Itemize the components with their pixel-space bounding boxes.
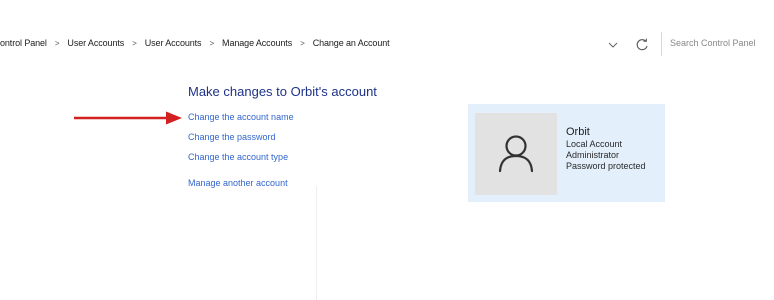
refresh-icon[interactable]: [634, 37, 650, 53]
account-info: Orbit Local Account Administrator Passwo…: [566, 126, 646, 172]
user-icon: [498, 135, 534, 173]
breadcrumb-user-accounts-2[interactable]: User Accounts: [145, 38, 202, 48]
chevron-down-icon[interactable]: [606, 38, 620, 52]
breadcrumb-control-panel[interactable]: ontrol Panel: [0, 38, 47, 48]
account-role: Administrator: [566, 150, 620, 160]
address-bar: ontrol Panel > User Accounts > User Acco…: [0, 30, 774, 60]
account-type: Local Account: [566, 139, 623, 149]
search-input[interactable]: [662, 32, 774, 48]
control-panel-window: ontrol Panel > User Accounts > User Acco…: [0, 0, 774, 300]
search-box[interactable]: [661, 32, 774, 56]
change-password-link[interactable]: Change the password: [188, 132, 276, 142]
breadcrumb-separator[interactable]: >: [132, 39, 137, 48]
page-title: Make changes to Orbit's account: [188, 84, 377, 99]
content-divider: [316, 186, 317, 300]
avatar: [475, 113, 557, 195]
account-status: Password protected: [566, 161, 646, 171]
breadcrumb-user-accounts[interactable]: User Accounts: [67, 38, 124, 48]
red-arrow-icon: [74, 111, 182, 125]
account-name: Orbit: [566, 126, 590, 138]
account-card: Orbit Local Account Administrator Passwo…: [468, 104, 665, 202]
breadcrumb-separator[interactable]: >: [300, 39, 305, 48]
breadcrumb-manage-accounts[interactable]: Manage Accounts: [222, 38, 292, 48]
change-account-name-link[interactable]: Change the account name: [188, 112, 294, 122]
breadcrumb-change-an-account[interactable]: Change an Account: [313, 38, 390, 48]
breadcrumb-separator[interactable]: >: [55, 39, 60, 48]
manage-another-account-link[interactable]: Manage another account: [188, 178, 288, 188]
breadcrumb: ontrol Panel > User Accounts > User Acco…: [0, 38, 390, 48]
breadcrumb-separator[interactable]: >: [209, 39, 214, 48]
change-account-type-link[interactable]: Change the account type: [188, 152, 288, 162]
